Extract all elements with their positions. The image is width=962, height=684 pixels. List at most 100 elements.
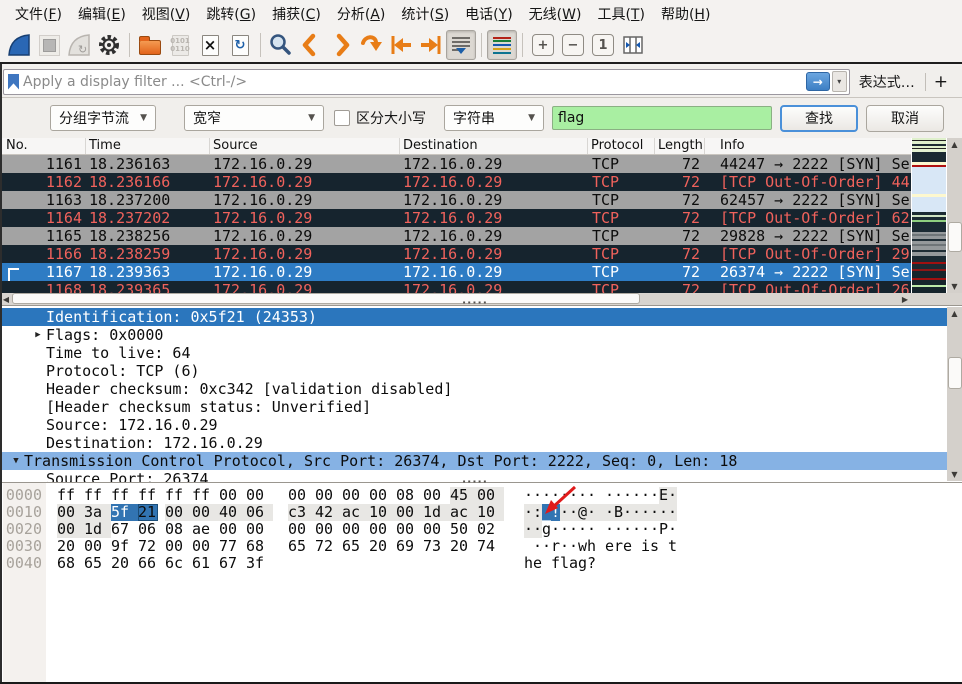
hex-byte[interactable]: 65: [342, 538, 369, 555]
hex-byte[interactable]: ac: [342, 504, 369, 521]
hex-byte[interactable]: 00: [369, 487, 396, 504]
ascii-char[interactable]: _: [542, 504, 551, 521]
column-header-source[interactable]: Source: [210, 138, 400, 154]
ascii-char[interactable]: h: [524, 555, 533, 572]
display-filter-field[interactable]: → ▾: [3, 68, 850, 95]
ascii-char[interactable]: a: [569, 555, 578, 572]
ascii-char[interactable]: ·: [650, 487, 659, 504]
ascii-char[interactable]: ·: [641, 504, 650, 521]
hex-byte[interactable]: 50: [450, 521, 477, 538]
hex-byte[interactable]: ae: [192, 521, 219, 538]
packet-row[interactable]: 1161 18.236163 172.16.0.29 172.16.0.29 TCP 72…: [0, 155, 911, 173]
hex-byte[interactable]: 08: [396, 487, 423, 504]
column-header-info[interactable]: Info: [705, 138, 911, 154]
tree-expander-icon[interactable]: ▼: [8, 452, 24, 470]
hex-byte[interactable]: 00: [246, 487, 273, 504]
hex-byte[interactable]: 68: [246, 538, 273, 555]
bookmark-icon[interactable]: [8, 73, 19, 90]
ascii-char[interactable]: ·: [524, 504, 533, 521]
case-sensitive-checkbox[interactable]: 区分大小写: [334, 108, 426, 128]
ascii-char[interactable]: w: [578, 538, 587, 555]
ascii-char[interactable]: ·: [632, 487, 641, 504]
detail-row[interactable]: Identification: 0x5f21 (24353): [0, 308, 947, 326]
ascii-char[interactable]: ·: [560, 487, 569, 504]
menu-item[interactable]: 无线(W): [522, 1, 589, 27]
go-forward-icon[interactable]: [326, 30, 356, 60]
menu-item[interactable]: 文件(F): [8, 1, 69, 27]
hex-byte[interactable]: 00: [246, 521, 273, 538]
ascii-char[interactable]: B: [614, 504, 623, 521]
hex-byte[interactable]: 68: [57, 555, 84, 572]
hex-byte[interactable]: 20: [111, 555, 138, 572]
close-file-icon[interactable]: ×: [195, 30, 225, 60]
hex-byte[interactable]: 72: [138, 538, 165, 555]
hex-byte[interactable]: 00: [477, 487, 504, 504]
ascii-char[interactable]: ·: [578, 521, 587, 538]
ascii-char[interactable]: ·: [551, 487, 560, 504]
details-vscrollbar[interactable]: ▲ ▼: [947, 307, 962, 481]
hex-byte[interactable]: 66: [138, 555, 165, 572]
ascii-char[interactable]: ·: [569, 504, 578, 521]
hex-byte[interactable]: 00: [219, 521, 246, 538]
hex-byte[interactable]: 72: [315, 538, 342, 555]
ascii-char[interactable]: ?: [587, 555, 605, 572]
ascii-char[interactable]: ·: [569, 521, 578, 538]
menu-item[interactable]: 帮助(H): [654, 1, 717, 27]
ascii-char[interactable]: ·: [641, 521, 650, 538]
packet-row[interactable]: 1163 18.237200 172.16.0.29 172.16.0.29 TCP 72…: [0, 191, 911, 209]
ascii-char[interactable]: ·: [632, 504, 641, 521]
menu-item[interactable]: 电话(Y): [458, 1, 520, 27]
scroll-up-icon[interactable]: ▲: [947, 307, 962, 320]
scroll-down-icon[interactable]: ▼: [947, 280, 962, 293]
ascii-char[interactable]: ·: [569, 538, 578, 555]
ascii-char[interactable]: e: [605, 538, 614, 555]
packet-list-vscrollbar[interactable]: ▲ ▼: [947, 138, 962, 293]
ascii-char[interactable]: ·: [533, 521, 542, 538]
detail-row[interactable]: ▶ Flags: 0x0000: [0, 326, 962, 344]
menu-item[interactable]: 统计(S): [394, 1, 456, 27]
ascii-char[interactable]: ·: [650, 521, 659, 538]
detail-row[interactable]: Destination: 172.16.0.29: [0, 434, 962, 452]
packet-row[interactable]: 1165 18.238256 172.16.0.29 172.16.0.29 TCP 72…: [0, 227, 911, 245]
ascii-char[interactable]: g: [542, 521, 551, 538]
ascii-char[interactable]: ·: [623, 521, 632, 538]
hex-byte[interactable]: ac: [450, 504, 477, 521]
hex-byte[interactable]: ff: [111, 487, 138, 504]
apply-filter-button[interactable]: →: [805, 72, 830, 91]
hex-byte[interactable]: 20: [369, 538, 396, 555]
save-file-icon[interactable]: 0101 0110: [165, 30, 195, 60]
hex-byte[interactable]: 00: [165, 538, 192, 555]
column-header-time[interactable]: Time: [86, 138, 210, 154]
detail-row[interactable]: Protocol: TCP (6): [0, 362, 962, 380]
hex-byte[interactable]: 77: [219, 538, 246, 555]
ascii-char[interactable]: e: [623, 538, 632, 555]
hex-byte[interactable]: ff: [192, 487, 219, 504]
last-packet-icon[interactable]: [416, 30, 446, 60]
hex-byte[interactable]: 00: [396, 504, 423, 521]
hex-byte[interactable]: 00: [219, 487, 246, 504]
find-packet-icon[interactable]: [266, 30, 296, 60]
ascii-char[interactable]: ·: [668, 504, 677, 521]
hex-byte[interactable]: 40: [219, 504, 246, 521]
ascii-char[interactable]: ·: [605, 487, 614, 504]
ascii-char[interactable]: !: [551, 504, 560, 521]
ascii-char[interactable]: f: [551, 555, 560, 572]
hex-byte[interactable]: 9f: [111, 538, 138, 555]
scrollbar-thumb[interactable]: [12, 293, 640, 304]
menu-item[interactable]: 跳转(G): [199, 1, 263, 27]
packet-list-minimap[interactable]: [912, 138, 946, 293]
detail-row[interactable]: Time to live: 64: [0, 344, 962, 362]
resize-columns-icon[interactable]: [618, 30, 648, 60]
go-to-packet-icon[interactable]: [356, 30, 386, 60]
packet-list-header[interactable]: No. Time Source Destination Protocol Length In…: [0, 138, 911, 155]
hex-byte[interactable]: 73: [423, 538, 450, 555]
ascii-char[interactable]: ·: [623, 487, 632, 504]
ascii-char[interactable]: ·: [632, 521, 641, 538]
zoom-out-icon[interactable]: −: [558, 30, 588, 60]
column-header-length[interactable]: Length: [655, 138, 705, 154]
add-filter-button[interactable]: +: [934, 72, 948, 92]
scrollbar-thumb[interactable]: [948, 357, 962, 389]
packet-row[interactable]: 1167 18.239363 172.16.0.29 172.16.0.29 TCP 72…: [0, 263, 911, 284]
ascii-char[interactable]: P: [659, 521, 668, 538]
hex-byte[interactable]: 3a: [84, 504, 111, 521]
